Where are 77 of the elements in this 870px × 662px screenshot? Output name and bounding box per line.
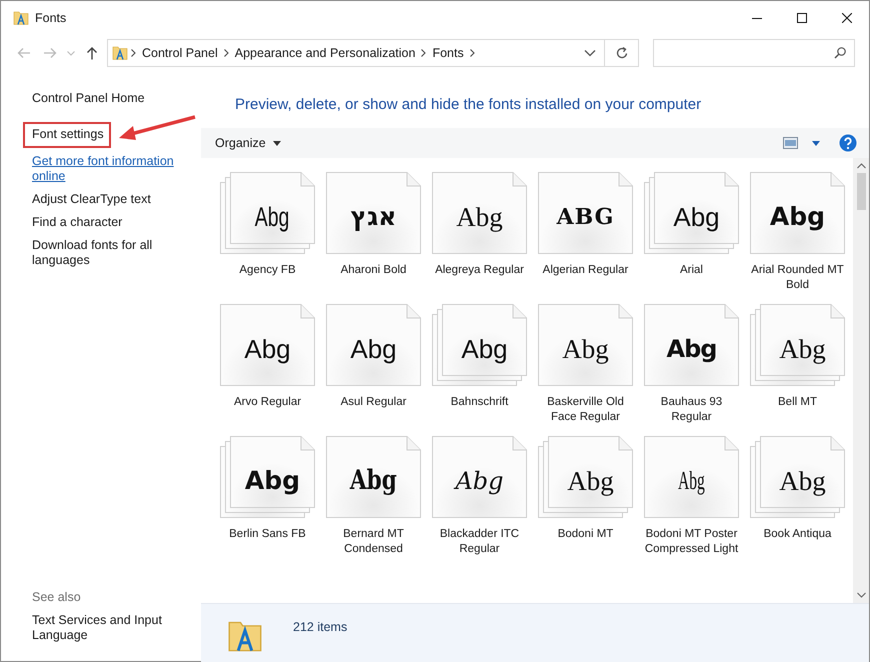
font-sample: Abg <box>456 201 503 234</box>
font-name[interactable]: Bauhaus 93 Regular <box>642 395 740 425</box>
organize-button[interactable]: Organize <box>215 136 281 150</box>
scroll-up-icon[interactable] <box>856 163 866 169</box>
task-link[interactable]: Download fonts for all languages <box>32 238 182 268</box>
font-sample: Abg <box>779 333 826 366</box>
back-arrow-icon <box>17 47 31 59</box>
font-sample: Abg <box>770 201 826 233</box>
caret-icon[interactable] <box>812 140 820 146</box>
address-bar[interactable]: Control Panel Appearance and Personalization Fonts <box>107 39 605 67</box>
font-sample: Abg <box>673 201 720 234</box>
font-name[interactable]: Arial <box>642 263 740 278</box>
font-name[interactable]: Bodoni MT <box>536 527 634 542</box>
fonts-folder-icon <box>13 10 29 26</box>
font-sample: ABG <box>556 203 614 232</box>
scrollbar[interactable] <box>853 158 869 603</box>
font-sample: Abg <box>350 333 397 366</box>
help-icon[interactable] <box>839 134 857 152</box>
font-sample: Abg <box>666 334 716 365</box>
font-name[interactable]: Asul Regular <box>324 395 422 410</box>
font-sample: Abg <box>562 333 609 366</box>
task-link[interactable]: Adjust ClearType text <box>32 192 182 207</box>
breadcrumb-chevron-icon <box>421 49 426 57</box>
font-sample: Abg <box>350 464 397 498</box>
item-count: 212 items <box>293 620 348 634</box>
font-sample: Abg <box>255 201 290 234</box>
search-field[interactable] <box>653 39 855 67</box>
font-name[interactable]: Bell MT <box>748 395 846 410</box>
font-name[interactable]: Arvo Regular <box>218 395 316 410</box>
chevron-icon <box>67 50 75 56</box>
font-name[interactable]: Blackadder ITC Regular <box>430 527 528 557</box>
font-name[interactable]: Baskerville Old Face Regular <box>536 395 634 425</box>
scroll-down-icon[interactable] <box>856 592 866 598</box>
font-sample: Abg <box>567 465 614 498</box>
up-arrow-icon <box>86 46 98 60</box>
font-name[interactable]: Arial Rounded MT Bold <box>748 263 846 293</box>
font-name[interactable]: Bodoni MT Poster Compressed Light <box>642 527 740 557</box>
breadcrumb-chevron-icon <box>131 49 136 57</box>
search-icon <box>834 47 846 59</box>
web-link[interactable]: Get more font information online <box>32 154 182 184</box>
task-link[interactable]: Find a character <box>32 215 182 230</box>
breadcrumb[interactable]: Appearance and Personalization <box>232 46 418 60</box>
refresh-icon <box>614 46 628 60</box>
chevron-icon[interactable] <box>584 49 596 57</box>
forward-arrow-icon <box>43 47 57 59</box>
font-name[interactable]: Algerian Regular <box>536 263 634 278</box>
font-sample: Abg <box>779 465 826 498</box>
font-sample: אגץ <box>350 201 396 233</box>
breadcrumb[interactable]: Fonts <box>429 46 467 60</box>
task-link[interactable]: Control Panel Home <box>32 91 182 106</box>
close-icon <box>842 12 852 22</box>
font-name[interactable]: Bahnschrift <box>430 395 528 410</box>
font-name[interactable]: Book Antiqua <box>748 527 846 542</box>
font-sample: Abg <box>678 465 705 497</box>
see-also-heading: See also <box>32 590 82 604</box>
scrollbar-thumb[interactable] <box>856 173 866 210</box>
fonts-folder-icon <box>112 44 128 62</box>
page-heading: Preview, delete, or show and hide the fonts installed on your computer <box>235 96 702 113</box>
font-name[interactable]: Agency FB <box>218 263 316 278</box>
font-sample: Abg <box>455 466 504 497</box>
maximize-icon <box>796 12 806 22</box>
font-sample: Abg <box>244 333 291 366</box>
task-link[interactable]: Font settings <box>32 127 104 142</box>
font-name[interactable]: Berlin Sans FB <box>218 527 316 542</box>
window-title: Fonts <box>35 10 66 24</box>
font-name[interactable]: Aharoni Bold <box>324 263 422 278</box>
caret-icon <box>272 140 281 146</box>
breadcrumb-chevron-icon <box>224 49 229 57</box>
change-view-icon[interactable] <box>783 137 798 149</box>
font-name[interactable]: Bernard MT Condensed <box>324 527 422 557</box>
refresh-button[interactable] <box>605 39 639 67</box>
font-sample: Abg <box>244 465 300 497</box>
font-name[interactable]: Alegreya Regular <box>430 263 528 278</box>
breadcrumb[interactable]: Control Panel <box>139 46 221 60</box>
task-link[interactable]: Text Services and Input Language <box>32 613 182 643</box>
breadcrumb-chevron-icon <box>470 49 475 57</box>
font-sample: Abg <box>461 333 508 366</box>
